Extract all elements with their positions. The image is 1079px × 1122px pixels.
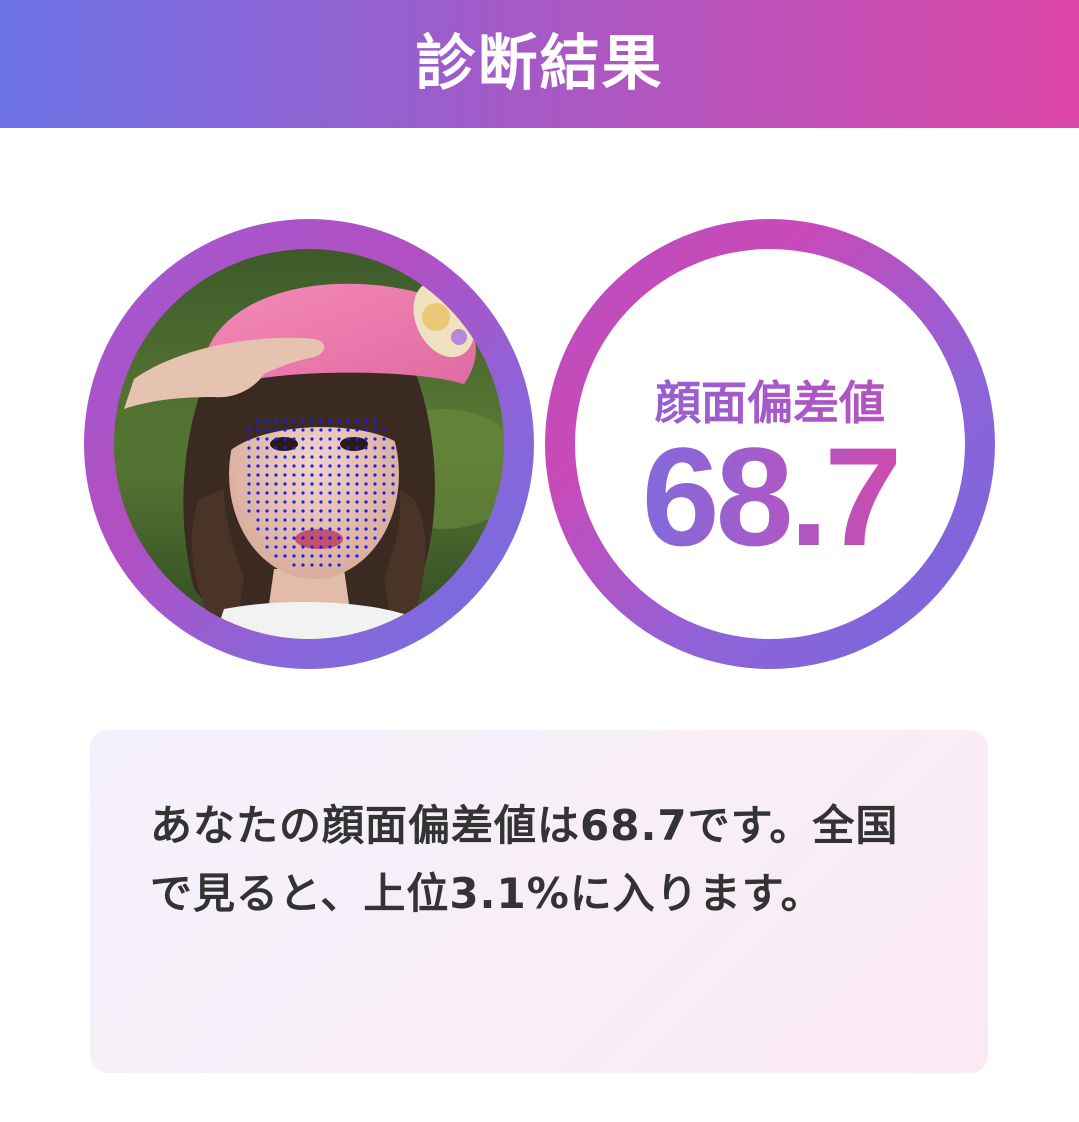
result-card: あなたの顔面偏差値は68.7です。全国で見ると、上位3.1%に入ります。 [90, 730, 988, 1073]
header-bar: 診断結果 [0, 0, 1079, 128]
face-landmark-photo [114, 249, 504, 639]
score-panel: 顔面偏差値 68.7 [575, 249, 965, 639]
score-ring: 顔面偏差値 68.7 [545, 219, 995, 669]
photo-ring [84, 219, 534, 669]
page-title: 診断結果 [415, 28, 664, 99]
result-description: あなたの顔面偏差値は68.7です。全国で見ると、上位3.1%に入ります。 [150, 801, 899, 918]
score-value: 68.7 [575, 427, 965, 567]
